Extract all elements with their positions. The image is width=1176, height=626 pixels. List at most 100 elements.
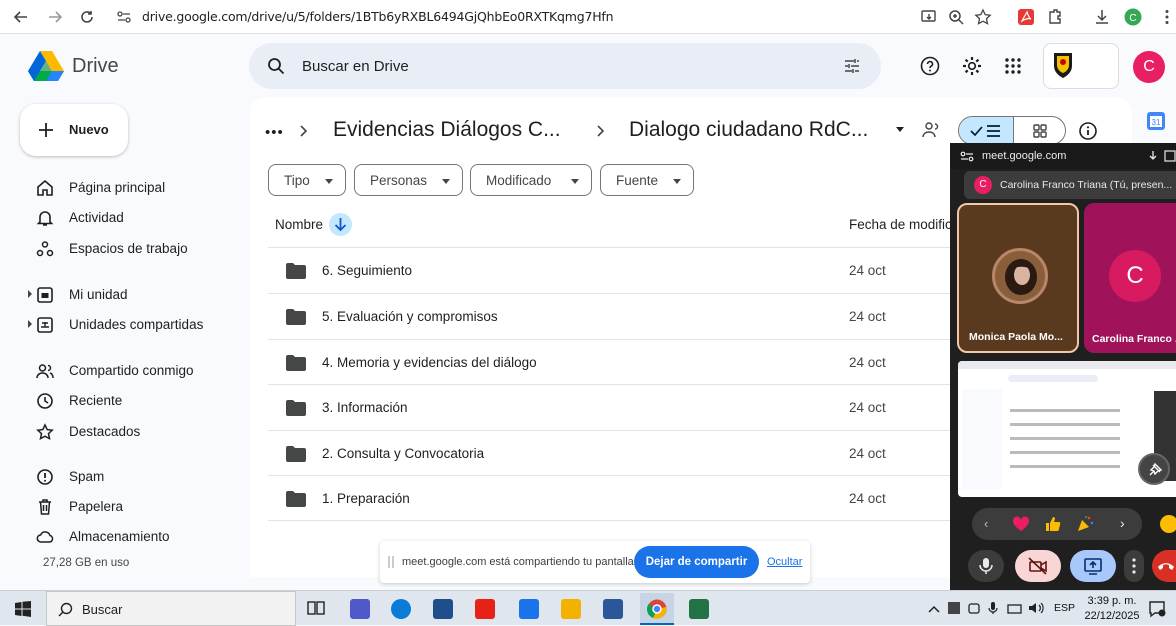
help-icon[interactable] bbox=[920, 56, 940, 76]
address-bar[interactable]: drive.google.com/drive/u/5/folders/1BTb6… bbox=[108, 4, 898, 30]
search-bar[interactable]: Buscar en Drive bbox=[249, 43, 881, 89]
tray-volume-icon[interactable] bbox=[1028, 601, 1046, 615]
apps-grid-icon[interactable] bbox=[1004, 57, 1022, 75]
end-call-button[interactable] bbox=[1152, 550, 1176, 582]
sidebar-item-activity[interactable]: Actividad bbox=[20, 204, 235, 230]
tray-network-icon[interactable] bbox=[1007, 602, 1023, 614]
thumbs-up-reaction-icon[interactable] bbox=[1044, 515, 1062, 533]
task-view-icon[interactable] bbox=[307, 600, 325, 616]
clock-time[interactable]: 3:39 p. m. bbox=[1082, 595, 1142, 607]
windows-start-icon[interactable] bbox=[15, 601, 31, 617]
download-icon[interactable] bbox=[1093, 8, 1111, 26]
install-app-icon[interactable] bbox=[920, 8, 938, 26]
camera-off-button[interactable] bbox=[1015, 550, 1061, 582]
account-avatar[interactable]: C bbox=[1133, 51, 1165, 83]
screen-share-preview[interactable] bbox=[958, 361, 1176, 497]
keyboard-language[interactable]: ESP bbox=[1054, 602, 1075, 614]
word-app-icon[interactable] bbox=[603, 599, 623, 619]
expand-caret-icon[interactable] bbox=[28, 290, 32, 298]
tray-microphone-icon[interactable] bbox=[988, 601, 998, 615]
clock-date[interactable]: 22/12/2025 bbox=[1082, 610, 1142, 622]
pdf-extension-icon[interactable] bbox=[1017, 8, 1035, 26]
heart-reaction-icon[interactable] bbox=[1012, 515, 1030, 533]
microphone-button[interactable] bbox=[968, 550, 1004, 582]
tray-chevron-up-icon[interactable] bbox=[928, 604, 940, 614]
chevron-right-icon[interactable]: › bbox=[1120, 515, 1125, 531]
youtube-app-icon[interactable] bbox=[475, 599, 495, 619]
teams-app-icon[interactable] bbox=[350, 599, 370, 619]
sidebar-item-home[interactable]: Página principal bbox=[20, 174, 235, 200]
sidebar-item-starred[interactable]: Destacados bbox=[20, 418, 235, 444]
extensions-icon[interactable] bbox=[1046, 8, 1064, 26]
back-arrow-icon[interactable] bbox=[12, 8, 30, 26]
filter-modified[interactable]: Modificado bbox=[470, 164, 592, 196]
column-header-name[interactable]: Nombre bbox=[275, 217, 323, 232]
search-options-icon[interactable] bbox=[843, 57, 861, 75]
meet-picture-in-picture[interactable]: meet.google.com C Carolina Franco Triana… bbox=[950, 143, 1176, 590]
close-icon[interactable] bbox=[1164, 150, 1176, 162]
filter-type[interactable]: Tipo bbox=[268, 164, 346, 196]
expand-caret-icon[interactable] bbox=[28, 320, 32, 328]
emoji-menu-icon[interactable] bbox=[1160, 515, 1176, 533]
profile-avatar-icon[interactable]: C bbox=[1124, 8, 1142, 26]
breadcrumb-current[interactable]: Dialogo ciudadano RdC... bbox=[629, 118, 868, 142]
settings-gear-icon[interactable] bbox=[961, 55, 983, 77]
sidebar-item-my-drive[interactable]: Mi unidad bbox=[20, 281, 235, 307]
party-reaction-icon[interactable] bbox=[1076, 515, 1094, 533]
sidebar-item-spam[interactable]: Spam bbox=[20, 463, 235, 489]
pin-button[interactable] bbox=[1138, 453, 1170, 485]
chevron-left-icon[interactable]: ‹ bbox=[984, 516, 988, 531]
breadcrumb-more[interactable]: ••• bbox=[265, 124, 284, 141]
sort-direction-button[interactable] bbox=[329, 213, 352, 236]
zoom-icon[interactable] bbox=[947, 8, 965, 26]
tray-app-icon[interactable] bbox=[948, 602, 960, 614]
excel-app-icon[interactable] bbox=[689, 599, 709, 619]
breadcrumb-parent[interactable]: Evidencias Diálogos C... bbox=[333, 118, 561, 142]
table-row[interactable]: 2. Consulta y Convocatoria 24 oct bbox=[268, 430, 950, 476]
table-row[interactable]: 6. Seguimiento 24 oct bbox=[268, 247, 950, 293]
sidebar-item-trash[interactable]: Papelera bbox=[20, 493, 235, 519]
tray-onedrive-icon[interactable] bbox=[968, 601, 980, 615]
sidebar-item-shared-with-me[interactable]: Compartido conmigo bbox=[20, 357, 235, 383]
meet-titlebar[interactable]: meet.google.com bbox=[950, 143, 1176, 169]
search-icon[interactable] bbox=[267, 57, 285, 75]
site-settings-icon[interactable] bbox=[116, 9, 132, 25]
calendar-app-icon[interactable]: 31 bbox=[1146, 111, 1166, 131]
filter-source[interactable]: Fuente bbox=[600, 164, 694, 196]
participant-tile[interactable]: C Carolina Franco ... bbox=[1084, 203, 1176, 353]
forward-arrow-icon[interactable] bbox=[46, 8, 64, 26]
chrome-taskbar-button[interactable] bbox=[640, 593, 674, 625]
drag-handle-icon[interactable] bbox=[388, 555, 394, 569]
column-header-date[interactable]: Fecha de modific bbox=[849, 217, 952, 232]
filter-people[interactable]: Personas bbox=[354, 164, 463, 196]
edge-app-icon[interactable] bbox=[391, 599, 411, 619]
browser-menu-icon[interactable] bbox=[1158, 8, 1176, 26]
grid-view-button[interactable] bbox=[1013, 117, 1066, 144]
table-row[interactable]: 4. Memoria y evidencias del diálogo 24 o… bbox=[268, 339, 950, 385]
new-button[interactable]: Nuevo bbox=[20, 104, 128, 156]
hide-link[interactable]: Ocultar bbox=[767, 556, 802, 568]
caret-down-icon[interactable] bbox=[895, 126, 905, 134]
site-settings-icon[interactable] bbox=[960, 151, 974, 162]
stop-sharing-button[interactable]: Dejar de compartir bbox=[634, 546, 759, 578]
sidebar-item-workspaces[interactable]: Espacios de trabajo bbox=[20, 235, 235, 261]
back-to-tab-icon[interactable] bbox=[1148, 150, 1158, 162]
search-input[interactable]: Buscar en Drive bbox=[302, 58, 409, 75]
taskbar-search-box[interactable]: Buscar bbox=[46, 591, 296, 626]
table-row[interactable]: 3. Información 24 oct bbox=[268, 384, 950, 430]
list-view-button[interactable] bbox=[959, 117, 1013, 144]
bookmark-star-icon[interactable] bbox=[974, 8, 992, 26]
present-screen-button[interactable] bbox=[1070, 550, 1116, 582]
organization-logo[interactable] bbox=[1043, 43, 1119, 89]
sidebar-item-shared-drives[interactable]: Unidades compartidas bbox=[20, 311, 235, 337]
participant-tile[interactable]: Monica Paola Mo... bbox=[957, 203, 1079, 353]
sidebar-item-recent[interactable]: Reciente bbox=[20, 387, 235, 413]
cloud-app-icon[interactable] bbox=[519, 599, 539, 619]
table-row[interactable]: 1. Preparación 24 oct bbox=[268, 475, 950, 521]
info-icon[interactable] bbox=[1078, 121, 1098, 141]
reload-icon[interactable] bbox=[78, 8, 96, 26]
drive-logo-icon[interactable] bbox=[28, 50, 64, 82]
share-people-icon[interactable] bbox=[922, 121, 942, 139]
sidebar-item-storage[interactable]: Almacenamiento bbox=[20, 523, 235, 549]
more-options-button[interactable] bbox=[1124, 550, 1144, 582]
